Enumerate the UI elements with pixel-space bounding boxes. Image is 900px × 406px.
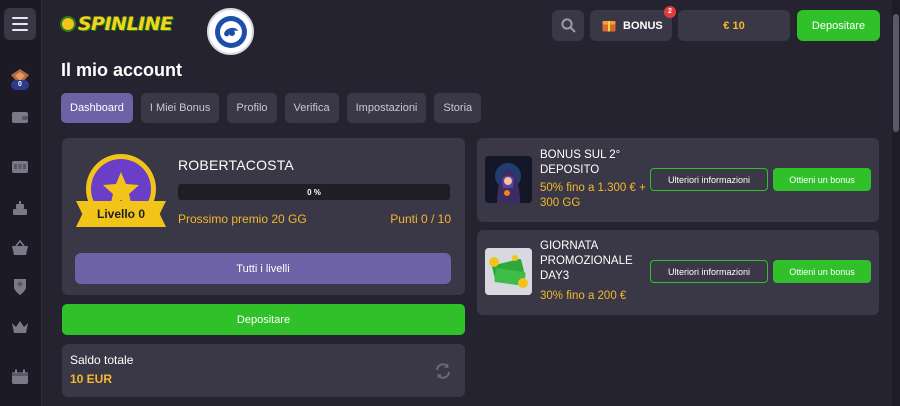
username: ROBERTACOSTA [178, 157, 294, 173]
calendar-icon[interactable] [9, 366, 31, 388]
balance-card: Saldo totale 10 EUR [62, 344, 465, 397]
bonus-description: 30% fino a 200 € [540, 290, 627, 302]
bonus-button[interactable]: BONUS 2 [590, 6, 676, 41]
page-title: Il mio account [61, 60, 183, 80]
bonus-description: 50% fino a 1.300 € + 300 GG [540, 182, 646, 209]
crown-icon[interactable] [9, 316, 31, 338]
more-info-button[interactable]: Ulteriori informazioni [650, 260, 768, 283]
refresh-icon[interactable] [433, 361, 453, 381]
level-avatar: Livello 0 [76, 154, 166, 234]
get-bonus-button[interactable]: Ottieni un bonus [773, 168, 871, 191]
level-ribbon: Livello 0 [76, 201, 166, 227]
site-seal-icon [207, 8, 254, 55]
hamburger-menu-button[interactable] [4, 8, 36, 40]
scrollbar-thumb[interactable] [893, 14, 899, 132]
profile-card: Livello 0 ROBERTACOSTA 0 % Prossimo prem… [62, 138, 465, 295]
more-info-button[interactable]: Ulteriori informazioni [650, 168, 768, 191]
next-prize-text: Prossimo premio 20 GG [178, 212, 307, 226]
bonus-image [485, 156, 532, 203]
get-bonus-button[interactable]: Ottieni un bonus [773, 260, 871, 283]
tab-verification[interactable]: Verifica [284, 93, 339, 123]
points-text: Punti 0 / 10 [390, 212, 451, 226]
trophy-shield-icon[interactable] [9, 276, 31, 298]
bonus-title: BONUS SUL 2° DEPOSITO [540, 149, 621, 176]
bonus-title: GIORNATA PROMOZIONALE DAY3 [540, 240, 633, 282]
bonus-label: BONUS [623, 19, 663, 32]
sidebar: 0 [0, 0, 42, 406]
live-casino-icon[interactable] [9, 198, 31, 220]
search-icon [560, 18, 576, 33]
all-levels-button[interactable]: Tutti i livelli [75, 253, 451, 284]
total-balance-value: 10 EUR [70, 372, 113, 386]
tab-settings[interactable]: Impostazioni [346, 93, 427, 123]
scrollbar[interactable] [892, 0, 900, 406]
bonus-count-badge: 2 [664, 6, 676, 18]
sidebar-level-badge: 0 [11, 80, 29, 90]
gift-chest-icon [602, 21, 616, 32]
slot-machine-icon[interactable] [9, 155, 31, 177]
tab-profile[interactable]: Profilo [227, 93, 277, 123]
spinline-logo[interactable]: SPINLINE [58, 11, 173, 37]
account-tabs: Dashboard I Miei Bonus Profilo Verifica … [61, 93, 482, 123]
bonus-card: BONUS SUL 2° DEPOSITO 50% fino a 1.300 €… [477, 138, 879, 222]
basket-icon[interactable] [9, 237, 31, 259]
header-deposit-button[interactable]: Depositare [797, 10, 880, 41]
wallet-icon[interactable] [9, 106, 31, 128]
tab-history[interactable]: Storia [434, 93, 482, 123]
logo-text: SPINLINE [78, 13, 173, 35]
deposit-button[interactable]: Depositare [62, 304, 465, 335]
search-button[interactable] [552, 10, 584, 41]
coin-logo-icon [58, 14, 78, 34]
total-balance-label: Saldo totale [70, 353, 134, 367]
bonus-card: GIORNATA PROMOZIONALE DAY3 30% fino a 20… [477, 230, 879, 315]
tab-my-bonuses[interactable]: I Miei Bonus [140, 93, 220, 123]
tab-dashboard[interactable]: Dashboard [61, 93, 133, 123]
header-balance[interactable]: € 10 [678, 10, 790, 41]
level-progress-bar: 0 % [178, 184, 450, 200]
bonus-image [485, 248, 532, 295]
